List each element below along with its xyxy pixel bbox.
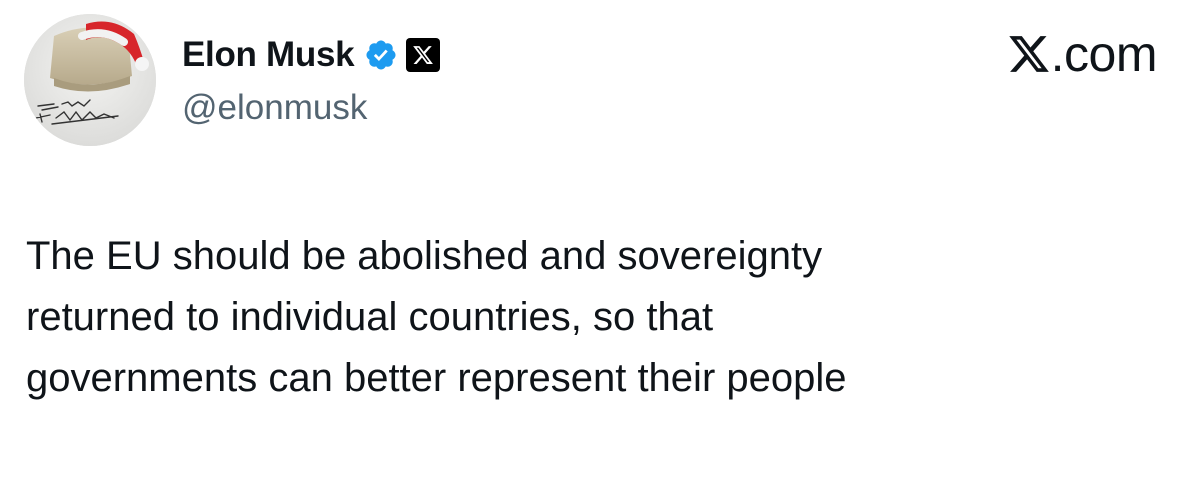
avatar[interactable] <box>24 14 156 146</box>
tweet-card: Elon Musk @elonmusk .com The EU should b… <box>0 0 1199 496</box>
x-logo-icon <box>406 38 441 72</box>
site-label: .com <box>1050 26 1158 82</box>
tweet-text: The EU should be abolished and sovereign… <box>26 226 1126 409</box>
author-name-row: Elon Musk <box>182 30 441 80</box>
avatar-icon <box>24 14 156 146</box>
author-display-name[interactable]: Elon Musk <box>182 35 355 75</box>
site-watermark: .com <box>1007 26 1158 82</box>
tweet-line: The EU should be abolished and sovereign… <box>26 234 823 278</box>
x-logo-icon <box>1007 32 1051 76</box>
tweet-line: returned to individual countries, so tha… <box>26 295 714 339</box>
tweet-line: governments can better represent their p… <box>26 356 847 400</box>
author-handle[interactable]: @elonmusk <box>182 88 367 128</box>
verified-checkmark-icon <box>364 38 398 72</box>
